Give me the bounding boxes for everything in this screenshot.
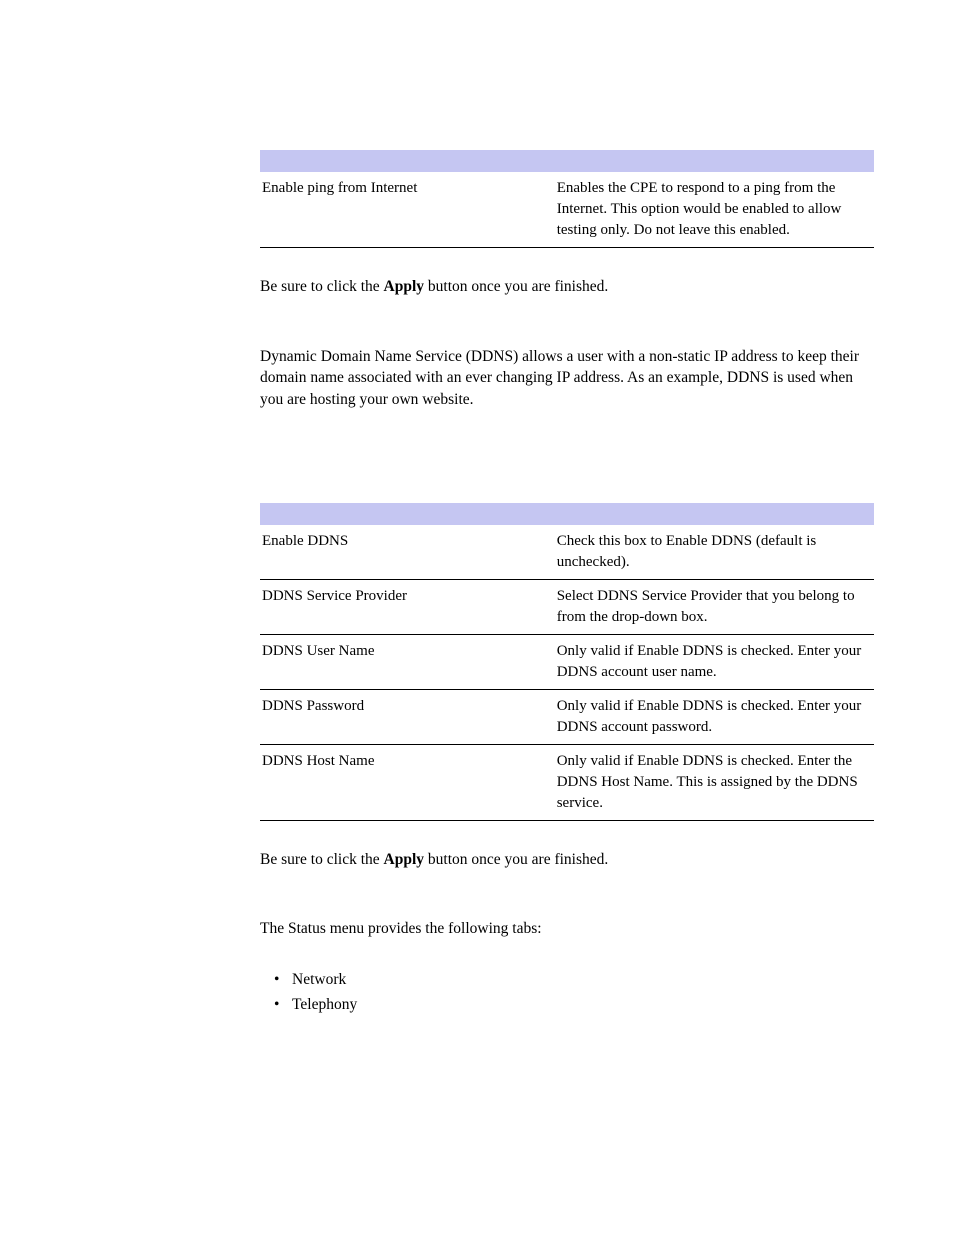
field-description: Only valid if Enable DDNS is checked. En… (555, 744, 874, 820)
ddns-intro: Dynamic Domain Name Service (DDNS) allow… (260, 346, 874, 411)
list-item: Network (260, 968, 874, 993)
field-name: DDNS Host Name (260, 744, 555, 820)
field-description: Only valid if Enable DDNS is checked. En… (555, 634, 874, 689)
table-row: Enable ping from Internet Enables the CP… (260, 172, 874, 248)
table-row: DDNS Password Only valid if Enable DDNS … (260, 689, 874, 744)
field-name: DDNS Password (260, 689, 555, 744)
table1-header (260, 150, 874, 172)
field-name: DDNS Service Provider (260, 579, 555, 634)
apply-note-1: Be sure to click the Apply button once y… (260, 276, 874, 298)
field-description: Enables the CPE to respond to a ping fro… (555, 172, 874, 248)
field-description: Select DDNS Service Provider that you be… (555, 579, 874, 634)
apply-note-suffix: button once you are finished. (424, 278, 608, 295)
table-row: DDNS Host Name Only valid if Enable DDNS… (260, 744, 874, 820)
apply-note-suffix: button once you are finished. (424, 851, 608, 868)
apply-button-label: Apply (384, 851, 425, 868)
apply-note-2: Be sure to click the Apply button once y… (260, 849, 874, 871)
apply-note-prefix: Be sure to click the (260, 278, 384, 295)
table2-header (260, 503, 874, 525)
list-item: Telephony (260, 993, 874, 1018)
field-description: Check this box to Enable DDNS (default i… (555, 525, 874, 580)
table-row: DDNS User Name Only valid if Enable DDNS… (260, 634, 874, 689)
table2: Enable DDNS Check this box to Enable DDN… (260, 525, 874, 821)
apply-button-label: Apply (384, 278, 425, 295)
field-name: Enable ping from Internet (260, 172, 555, 248)
table-row: DDNS Service Provider Select DDNS Servic… (260, 579, 874, 634)
apply-note-prefix: Be sure to click the (260, 851, 384, 868)
status-tabs-list: Network Telephony (260, 968, 874, 1018)
field-description: Only valid if Enable DDNS is checked. En… (555, 689, 874, 744)
field-name: DDNS User Name (260, 634, 555, 689)
field-name: Enable DDNS (260, 525, 555, 580)
table-row: Enable DDNS Check this box to Enable DDN… (260, 525, 874, 580)
status-intro: The Status menu provides the following t… (260, 918, 874, 940)
table1: Enable ping from Internet Enables the CP… (260, 172, 874, 248)
